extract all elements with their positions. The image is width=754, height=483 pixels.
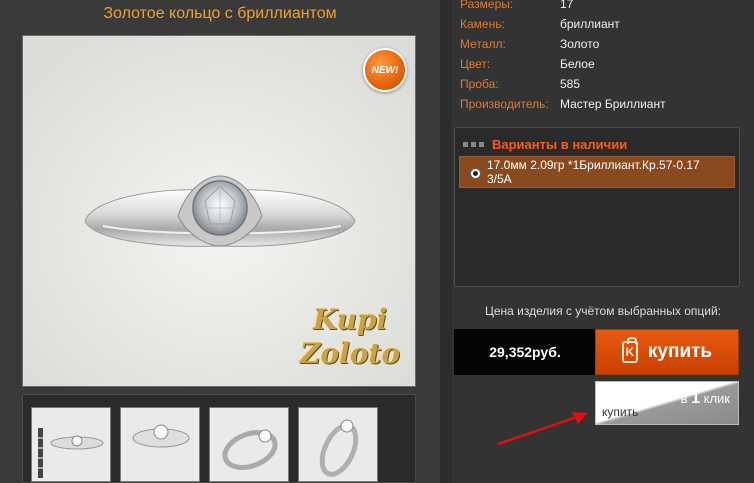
kupizoloto-watermark: Kupi Zoloto (295, 303, 405, 378)
spec-label: Проба: (460, 77, 499, 91)
one-click-suffix: клик (703, 391, 730, 406)
red-arrow-icon (497, 412, 588, 446)
spec-row: Металл: Золото (460, 34, 750, 54)
thumbnail-1[interactable] (31, 407, 111, 482)
spec-table: Размеры: 17 Камень: бриллиант Металл: Зо… (460, 0, 750, 114)
spec-row: Размеры: 17 (460, 0, 750, 14)
buy-button[interactable]: K купить (595, 329, 739, 375)
spec-row: Проба: 585 (460, 74, 750, 94)
radio-selected-icon[interactable] (470, 168, 481, 179)
spec-label: Производитель: (460, 97, 549, 111)
price-caption: Цена изделия с учётом выбранных опций: (484, 304, 722, 318)
one-click-buy-button[interactable]: в 1 клик купить (595, 381, 739, 425)
one-click-number: 1 (691, 390, 700, 407)
thumbnail-3[interactable] (209, 407, 289, 482)
ring-thumbnail-image (210, 408, 288, 481)
spec-label: Цвет: (460, 57, 491, 71)
thumbnail-4[interactable] (298, 407, 378, 482)
ring-thumbnail-image (299, 408, 377, 481)
variants-title: Варианты в наличии (492, 136, 628, 152)
one-click-label: в 1 клик (681, 390, 730, 408)
spec-value: 17 (560, 0, 574, 11)
spec-row: Производитель: Мастер Бриллиант (460, 94, 750, 114)
thumbnail-strip (22, 394, 416, 483)
watermark-line-2: Zoloto (299, 337, 401, 370)
spec-value: бриллиант (560, 17, 620, 31)
spec-label: Размеры: (460, 0, 514, 11)
variant-option[interactable]: 17.0мм 2.09гр *1Бриллиант.Кр.57-0.17 3/5… (459, 156, 735, 188)
variants-header: Варианты в наличии (463, 135, 627, 153)
variant-label: 17.0мм 2.09гр *1Бриллиант.Кр.57-0.17 3/5… (487, 158, 700, 186)
one-click-prefix: в (680, 391, 688, 406)
spec-label: Камень: (460, 17, 505, 31)
ring-thumbnail-image (32, 408, 110, 481)
spec-row: Цвет: Белое (460, 54, 750, 74)
spec-value: 585 (560, 77, 581, 91)
new-badge: NEW! (363, 48, 407, 92)
column-divider (440, 0, 452, 483)
shopping-bag-icon: K (621, 337, 638, 363)
thumbnail-2[interactable] (120, 407, 200, 482)
one-click-buy-label: купить (602, 405, 639, 419)
spec-row: Камень: бриллиант (460, 14, 750, 34)
spec-value: Золото (560, 37, 600, 51)
spec-value: Белое (560, 57, 595, 71)
spec-label: Металл: (460, 37, 506, 51)
ring-thumbnail-image (121, 408, 199, 481)
watermark-line-1: Kupi (312, 303, 388, 336)
variants-box: Варианты в наличии 17.0мм 2.09гр *1Брилл… (454, 127, 740, 287)
main-product-photo[interactable]: NEW! Kupi Zoloto (22, 35, 416, 387)
product-gallery: Золотое кольцо с бриллиантом NEW! Kupi Z… (0, 0, 440, 483)
spec-value: Мастер Бриллиант (560, 97, 666, 111)
price-display: 29,352руб. (454, 329, 596, 375)
buy-button-label: купить (647, 341, 713, 362)
product-title: Золотое кольцо с бриллиантом (103, 5, 337, 22)
dots-icon (463, 141, 484, 147)
